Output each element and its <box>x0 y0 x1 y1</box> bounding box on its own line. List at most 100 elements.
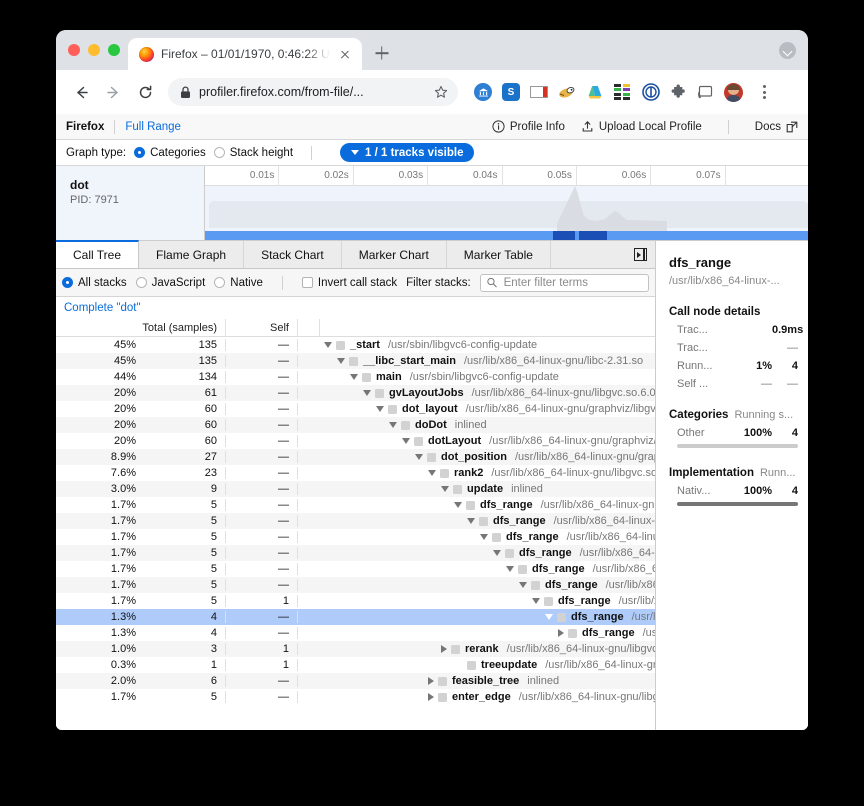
ruler-icon[interactable] <box>530 86 548 98</box>
upload-local-profile-button[interactable]: Upload Local Profile <box>581 120 702 133</box>
forward-button[interactable] <box>98 77 128 107</box>
tab-marker-table[interactable]: Marker Table <box>447 241 551 268</box>
table-row[interactable]: 1.7%5—dfs_range/usr/lib/x86_64-linux-gnu… <box>56 513 655 529</box>
triangle-right-icon[interactable] <box>428 693 434 701</box>
triangle-down-icon[interactable] <box>506 566 514 572</box>
table-row[interactable]: 1.7%5—dfs_range/usr/lib/x86_64-linux-gnu… <box>56 561 655 577</box>
table-row[interactable]: 1.7%5—enter_edge/usr/lib/x86_64-linux-gn… <box>56 689 655 705</box>
triangle-down-icon[interactable] <box>428 470 436 476</box>
avatar[interactable] <box>724 83 743 102</box>
profile-info-button[interactable]: Profile Info <box>492 120 565 133</box>
tab-strip: Firefox – 01/01/1970, 0:46:22 U <box>56 30 808 70</box>
tab-call-tree[interactable]: Call Tree <box>56 240 139 268</box>
invert-call-stack-checkbox[interactable]: Invert call stack <box>302 277 397 289</box>
triangle-down-icon[interactable] <box>402 438 410 444</box>
docs-link[interactable]: Docs <box>755 121 798 133</box>
triangle-down-icon[interactable] <box>467 518 475 524</box>
search-input[interactable] <box>502 276 642 290</box>
column-header-total[interactable]: Total (samples) <box>56 319 226 336</box>
table-row[interactable]: 1.7%5—dfs_range/usr/lib/x86_64-linux-gnu… <box>56 545 655 561</box>
tab-flame-graph[interactable]: Flame Graph <box>139 241 244 268</box>
triangle-down-icon[interactable] <box>389 422 397 428</box>
table-row[interactable]: 1.7%51dfs_range/usr/lib/x86_64-linux-gnu… <box>56 593 655 609</box>
table-row[interactable]: 1.3%4—dfs_range/usr/lib/x86_64-linux-gnu… <box>56 609 655 625</box>
ruler-tick: 0.06s <box>577 166 651 186</box>
detail-value-primary: 100% <box>738 427 772 439</box>
table-row[interactable]: 1.7%5—dfs_range/usr/lib/x86_64-linux-gnu… <box>56 497 655 513</box>
triangle-right-icon[interactable] <box>558 629 564 637</box>
table-row[interactable]: 8.9%27—dot_position/usr/lib/x86_64-linux… <box>56 449 655 465</box>
triangle-down-icon[interactable] <box>441 486 449 492</box>
triangle-down-icon[interactable] <box>337 358 345 364</box>
browser-menu-button[interactable] <box>755 83 773 101</box>
close-tab-icon[interactable] <box>337 46 353 62</box>
tracks-visible-button[interactable]: 1 / 1 tracks visible <box>340 143 474 162</box>
address-bar[interactable]: profiler.firefox.com/from-file/... <box>168 78 458 106</box>
triangle-down-icon[interactable] <box>324 342 332 348</box>
breadcrumb-item-complete-dot[interactable]: Complete "dot" <box>64 302 141 314</box>
back-button[interactable] <box>66 77 96 107</box>
triangle-down-icon[interactable] <box>532 598 540 604</box>
table-row[interactable]: 1.0%31rerank/usr/lib/x86_64-linux-gnu/li… <box>56 641 655 657</box>
table-row[interactable]: 20%60—dotLayout/usr/lib/x86_64-linux-gnu… <box>56 433 655 449</box>
onepassword-icon[interactable] <box>642 83 660 101</box>
triangle-down-icon[interactable] <box>545 614 553 620</box>
bank-icon[interactable] <box>474 83 492 101</box>
radio-javascript[interactable]: JavaScript <box>136 277 206 289</box>
radio-categories[interactable]: Categories <box>134 147 206 159</box>
tab-marker-chart[interactable]: Marker Chart <box>342 241 447 268</box>
full-range-link[interactable]: Full Range <box>125 121 181 133</box>
triangle-right-icon[interactable] <box>428 677 434 685</box>
table-row[interactable]: 20%60—doDotinlined <box>56 417 655 433</box>
badger-icon[interactable] <box>558 85 576 99</box>
maximize-window-button[interactable] <box>108 44 120 56</box>
triangle-down-icon[interactable] <box>415 454 423 460</box>
radio-all-stacks[interactable]: All stacks <box>62 277 127 289</box>
reload-button[interactable] <box>130 77 160 107</box>
triangle-right-icon[interactable] <box>441 645 447 653</box>
table-row[interactable]: 1.3%4—dfs_range/usr/lib/x86_64-linux-gnu… <box>56 625 655 641</box>
puzzle-icon[interactable] <box>670 84 687 101</box>
library-path: /usr/lib/x86_64-linux-gnu/graphviz/libgv… <box>489 435 655 447</box>
detail-value-secondary: — <box>772 342 798 354</box>
table-row[interactable]: 20%61—gvLayoutJobs/usr/lib/x86_64-linux-… <box>56 385 655 401</box>
cell-total-percent: 20% <box>56 435 144 447</box>
table-row[interactable]: 1.7%5—dfs_range/usr/lib/x86_64-linux-gnu… <box>56 529 655 545</box>
triangle-down-icon[interactable] <box>480 534 488 540</box>
table-row[interactable]: 45%135—__libc_start_main/usr/lib/x86_64-… <box>56 353 655 369</box>
close-window-button[interactable] <box>68 44 80 56</box>
browser-tab[interactable]: Firefox – 01/01/1970, 0:46:22 U <box>128 38 362 70</box>
table-row[interactable]: 44%134—main/usr/sbin/libgvc6-config-upda… <box>56 369 655 385</box>
triangle-down-icon[interactable] <box>376 406 384 412</box>
sidebar-toggle-button[interactable] <box>626 241 655 268</box>
table-row[interactable]: 20%60—dot_layout/usr/lib/x86_64-linux-gn… <box>56 401 655 417</box>
triangle-down-icon[interactable] <box>519 582 527 588</box>
table-row[interactable]: 45%135—_start/usr/sbin/libgvc6-config-up… <box>56 337 655 353</box>
triangle-down-icon[interactable] <box>350 374 358 380</box>
table-row[interactable]: 0.3%11treeupdate/usr/lib/x86_64-linux-gn… <box>56 657 655 673</box>
minimize-window-button[interactable] <box>88 44 100 56</box>
triangle-down-icon[interactable] <box>454 502 462 508</box>
cell-self: — <box>226 467 298 479</box>
s-icon[interactable]: S <box>502 83 520 101</box>
timeline-selection-bar[interactable] <box>205 231 808 240</box>
timeline-graph[interactable] <box>205 186 808 240</box>
tab-stack-chart[interactable]: Stack Chart <box>244 241 342 268</box>
chevron-down-icon[interactable] <box>779 42 796 59</box>
triangle-down-icon[interactable] <box>493 550 501 556</box>
table-row[interactable]: 2.0%6—feasible_treeinlined <box>56 673 655 689</box>
colors-icon[interactable] <box>614 84 632 100</box>
new-tab-button[interactable] <box>368 39 396 67</box>
triangle-down-icon[interactable] <box>363 390 371 396</box>
cast-icon[interactable] <box>697 85 714 100</box>
radio-native[interactable]: Native <box>214 277 263 289</box>
filter-stacks-input-wrap[interactable] <box>480 274 649 292</box>
column-header-self[interactable]: Self <box>226 319 298 336</box>
table-row[interactable]: 7.6%23—rank2/usr/lib/x86_64-linux-gnu/li… <box>56 465 655 481</box>
track-label-dot[interactable]: dot PID: 7971 <box>56 166 205 240</box>
table-row[interactable]: 3.0%9—updateinlined <box>56 481 655 497</box>
google-drive-icon[interactable] <box>586 84 604 100</box>
table-row[interactable]: 1.7%5—dfs_range/usr/lib/x86_64-linux-gnu… <box>56 577 655 593</box>
calltree-rows[interactable]: 45%135—_start/usr/sbin/libgvc6-config-up… <box>56 337 655 730</box>
radio-stack-height[interactable]: Stack height <box>214 147 293 159</box>
